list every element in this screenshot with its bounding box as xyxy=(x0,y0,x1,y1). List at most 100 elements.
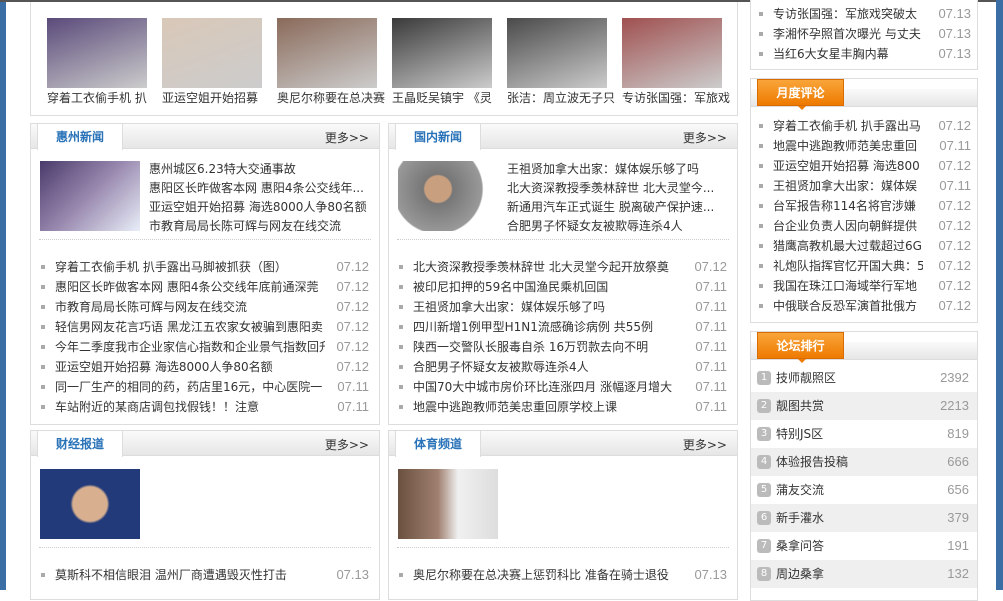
featured-headline[interactable]: 王祖贤加拿大出家：媒体娱乐够了吗 xyxy=(507,160,729,179)
news-title[interactable]: 台企业负责人因向朝鲜提供 xyxy=(773,216,923,236)
news-title[interactable]: 中国70大中城市房价环比连涨四月 涨幅逐月增大 xyxy=(413,377,683,397)
news-title[interactable]: 轻信男网友花言巧语 黑龙江五农家女被骗到惠阳卖 xyxy=(55,317,325,337)
side-news-item[interactable]: 台企业负责人因向朝鲜提供 07.12 xyxy=(759,216,971,236)
side-news-item[interactable]: 亚运空姐开始招募 海选800 07.12 xyxy=(759,156,971,176)
side-news-item[interactable]: 我国在珠江口海域举行军地 07.12 xyxy=(759,276,971,296)
news-title[interactable]: 市教育局局长陈可辉与网友在线交流 xyxy=(55,297,325,317)
news-item[interactable]: 今年二季度我市企业家信心指数和企业景气指数回升 07.12 xyxy=(41,337,369,357)
news-item[interactable]: 王祖贤加拿大出家：媒体娱乐够了吗 07.11 xyxy=(399,297,727,317)
photo-caption[interactable]: 奥尼尔称要在总决赛 xyxy=(277,89,385,106)
forum-name[interactable]: 技师靓照区 xyxy=(776,364,836,392)
news-title[interactable]: 惠阳区长昨做客本网 惠阳4条公交线年底前通深莞 xyxy=(55,277,325,297)
side-news-item[interactable]: 中俄联合反恐军演首批俄方 07.12 xyxy=(759,296,971,316)
forum-rank-row[interactable]: 4 体验报告投稿 666 xyxy=(751,448,977,476)
photo-thumbnail[interactable] xyxy=(47,18,147,88)
photo-caption[interactable]: 张洁：周立波无子只 xyxy=(507,89,615,106)
photo-thumbnail[interactable] xyxy=(622,18,722,88)
news-item[interactable]: 穿着工衣偷手机 扒手露出马脚被抓获（图） 07.12 xyxy=(41,257,369,277)
photo-caption[interactable]: 穿着工衣偷手机 扒 xyxy=(47,89,155,106)
forum-rank-row[interactable]: 7 桑拿问答 191 xyxy=(751,532,977,560)
side-news-item[interactable]: 专访张国强：军旅戏突破太 07.13 xyxy=(759,4,971,24)
news-title[interactable]: 李湘怀孕照首次曝光 与丈夫 xyxy=(773,24,923,44)
photo-thumbnail[interactable] xyxy=(392,18,492,88)
news-item[interactable]: 市教育局局长陈可辉与网友在线交流 07.12 xyxy=(41,297,369,317)
forum-rank-row[interactable]: 2 靓图共赏 2213 xyxy=(751,392,977,420)
photo-thumbnail[interactable] xyxy=(162,18,262,88)
tab-finance[interactable]: 财经报道 xyxy=(37,431,123,457)
news-title[interactable]: 被印尼扣押的59名中国渔民乘机回国 xyxy=(413,277,683,297)
news-title[interactable]: 合肥男子怀疑女友被欺辱连杀4人 xyxy=(413,357,683,377)
side-news-item[interactable]: 当红6大女星丰胸内幕 07.13 xyxy=(759,44,971,64)
featured-headline[interactable]: 惠州城区6.23特大交通事故 xyxy=(149,160,371,179)
featured-headline[interactable]: 北大资深教授季羡林辞世 北大灵堂今... xyxy=(507,179,729,198)
news-title[interactable]: 北大资深教授季羡林辞世 北大灵堂今起开放祭奠 xyxy=(413,257,683,277)
news-title[interactable]: 陕西一交警队长服毒自杀 16万罚款去向不明 xyxy=(413,337,683,357)
featured-headline[interactable]: 惠阳区长昨做客本网 惠阳4条公交线年... xyxy=(149,179,371,198)
more-link[interactable]: 更多>> xyxy=(683,129,727,146)
tab-sports[interactable]: 体育频道 xyxy=(395,431,481,457)
featured-headline[interactable]: 合肥男子怀疑女友被欺辱连杀4人 xyxy=(507,217,729,236)
news-title[interactable]: 穿着工衣偷手机 扒手露出马脚被抓获（图） xyxy=(55,257,325,277)
news-thumbnail[interactable] xyxy=(398,469,498,539)
more-link[interactable]: 更多>> xyxy=(325,436,369,453)
news-item[interactable]: 亚运空姐开始招募 海选8000人争80名额 07.12 xyxy=(41,357,369,377)
more-link[interactable]: 更多>> xyxy=(683,436,727,453)
news-title[interactable]: 王祖贤加拿大出家：媒体娱乐够了吗 xyxy=(413,297,683,317)
news-thumbnail[interactable] xyxy=(398,161,498,231)
side-news-item[interactable]: 台军报告称114名将官涉嫌 07.12 xyxy=(759,196,971,216)
side-news-item[interactable]: 猎鹰高教机最大过载超过6G 07.12 xyxy=(759,236,971,256)
forum-name[interactable]: 周边桑拿 xyxy=(776,560,824,588)
forum-name[interactable]: 体验报告投稿 xyxy=(776,448,848,476)
news-item[interactable]: 四川新增1例甲型H1N1流感确诊病例 共55例 07.11 xyxy=(399,317,727,337)
forum-name[interactable]: 蒲友交流 xyxy=(776,476,824,504)
news-title[interactable]: 亚运空姐开始招募 海选8000人争80名额 xyxy=(55,357,325,377)
tab-domestic-news[interactable]: 国内新闻 xyxy=(395,124,481,150)
photo-thumbnail[interactable] xyxy=(277,18,377,88)
news-title[interactable]: 王祖贤加拿大出家：媒体娱 xyxy=(773,176,923,196)
news-item[interactable]: 莫斯科不相信眼泪 温州厂商遭遇毁灭性打击 07.13 xyxy=(41,565,369,585)
news-title[interactable]: 奥尼尔称要在总决赛上惩罚科比 准备在骑士退役 xyxy=(413,565,683,585)
photo-thumbnail[interactable] xyxy=(507,18,607,88)
news-item[interactable]: 中国70大中城市房价环比连涨四月 涨幅逐月增大 07.11 xyxy=(399,377,727,397)
news-item[interactable]: 陕西一交警队长服毒自杀 16万罚款去向不明 07.11 xyxy=(399,337,727,357)
news-item[interactable]: 同一厂生产的相同的药，药店里16元，中心医院一 07.11 xyxy=(41,377,369,397)
side-news-item[interactable]: 礼炮队指挥官忆开国大典：5 07.12 xyxy=(759,256,971,276)
forum-rank-row[interactable]: 5 蒲友交流 656 xyxy=(751,476,977,504)
news-item[interactable]: 地震中逃跑教师范美忠重回原学校上课 07.11 xyxy=(399,397,727,417)
news-item[interactable]: 北大资深教授季羡林辞世 北大灵堂今起开放祭奠 07.12 xyxy=(399,257,727,277)
news-item[interactable]: 车站附近的某商店调包找假钱！！注意 07.11 xyxy=(41,397,369,417)
tab-forum-ranking[interactable]: 论坛排行 xyxy=(757,332,844,363)
news-item[interactable]: 惠阳区长昨做客本网 惠阳4条公交线年底前通深莞 07.12 xyxy=(41,277,369,297)
forum-rank-row[interactable]: 8 周边桑拿 132 xyxy=(751,560,977,588)
side-news-item[interactable]: 李湘怀孕照首次曝光 与丈夫 07.13 xyxy=(759,24,971,44)
forum-rank-row[interactable]: 6 新手灌水 379 xyxy=(751,504,977,532)
news-title[interactable]: 礼炮队指挥官忆开国大典：5 xyxy=(773,256,923,276)
forum-rank-row[interactable]: 3 特别JS区 819 xyxy=(751,420,977,448)
featured-headline[interactable]: 新通用汽车正式诞生 脱离破产保护速... xyxy=(507,198,729,217)
news-title[interactable]: 中俄联合反恐军演首批俄方 xyxy=(773,296,923,316)
photo-caption[interactable]: 亚运空姐开始招募 xyxy=(162,89,270,106)
forum-name[interactable]: 新手灌水 xyxy=(776,504,824,532)
news-title[interactable]: 今年二季度我市企业家信心指数和企业景气指数回升 xyxy=(55,337,325,357)
forum-name[interactable]: 桑拿问答 xyxy=(776,532,824,560)
news-thumbnail[interactable] xyxy=(40,161,140,231)
news-title[interactable]: 地震中逃跑教师范美忠重回原学校上课 xyxy=(413,397,683,417)
news-title[interactable]: 我国在珠江口海域举行军地 xyxy=(773,276,923,296)
news-title[interactable]: 莫斯科不相信眼泪 温州厂商遭遇毁灭性打击 xyxy=(55,565,325,585)
news-item[interactable]: 轻信男网友花言巧语 黑龙江五农家女被骗到惠阳卖 07.12 xyxy=(41,317,369,337)
featured-headline[interactable]: 亚运空姐开始招募 海选8000人争80名额 xyxy=(149,198,371,217)
news-title[interactable]: 地震中逃跑教师范美忠重回 xyxy=(773,136,923,156)
news-item[interactable]: 被印尼扣押的59名中国渔民乘机回国 07.11 xyxy=(399,277,727,297)
news-title[interactable]: 同一厂生产的相同的药，药店里16元，中心医院一 xyxy=(55,377,325,397)
news-title[interactable]: 穿着工衣偷手机 扒手露出马 xyxy=(773,116,923,136)
side-news-item[interactable]: 地震中逃跑教师范美忠重回 07.11 xyxy=(759,136,971,156)
side-news-item[interactable]: 穿着工衣偷手机 扒手露出马 07.12 xyxy=(759,116,971,136)
news-item[interactable]: 奥尼尔称要在总决赛上惩罚科比 准备在骑士退役 07.13 xyxy=(399,565,727,585)
news-title[interactable]: 当红6大女星丰胸内幕 xyxy=(773,44,923,64)
news-title[interactable]: 猎鹰高教机最大过载超过6G xyxy=(773,236,923,256)
news-title[interactable]: 专访张国强：军旅戏突破太 xyxy=(773,4,923,24)
forum-name[interactable]: 靓图共赏 xyxy=(776,392,824,420)
photo-caption[interactable]: 专访张国强：军旅戏 xyxy=(622,89,730,106)
news-item[interactable]: 合肥男子怀疑女友被欺辱连杀4人 07.11 xyxy=(399,357,727,377)
news-title[interactable]: 车站附近的某商店调包找假钱！！注意 xyxy=(55,397,325,417)
